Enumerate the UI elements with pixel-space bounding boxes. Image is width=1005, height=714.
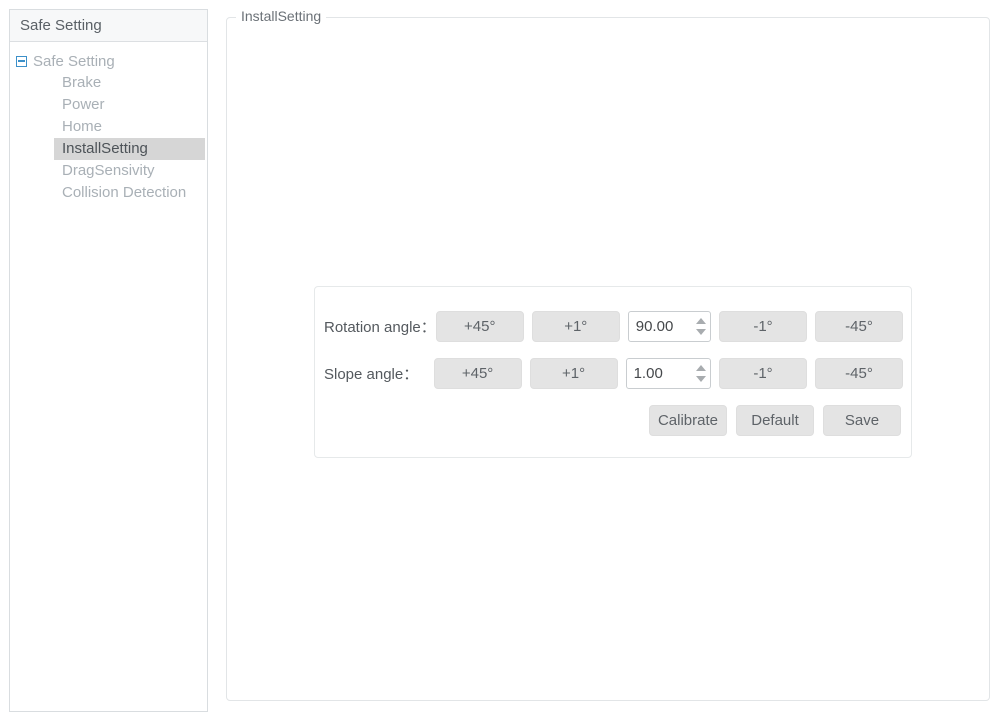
sidebar-item-installsetting[interactable]: InstallSetting <box>54 138 205 160</box>
slope-angle-spinner[interactable]: 1.00 <box>625 357 711 389</box>
calibrate-button[interactable]: Calibrate <box>648 404 727 436</box>
sidebar-item-brake[interactable]: Brake <box>54 72 205 94</box>
default-button[interactable]: Default <box>736 404 814 436</box>
sidebar-item-collision-detection[interactable]: Collision Detection <box>54 182 205 204</box>
slope-angle-label: Slope angle： <box>324 365 419 383</box>
rotation-spinner-arrows[interactable] <box>691 312 710 341</box>
chevron-down-icon[interactable] <box>695 328 706 335</box>
rotation-plus-45-button[interactable]: +45° <box>435 310 524 342</box>
tree-root-label: Safe Setting <box>33 52 115 70</box>
sidebar-item-home[interactable]: Home <box>54 116 205 138</box>
slope-angle-value[interactable]: 1.00 <box>627 359 691 388</box>
angle-form-card: Rotation angle： +45° +1° 90.00 -1° -45° … <box>314 286 912 458</box>
slope-minus-45-button[interactable]: -45° <box>815 357 903 389</box>
sidebar-header-title: Safe Setting <box>10 10 207 42</box>
rotation-angle-row: Rotation angle： +45° +1° 90.00 -1° -45° <box>315 310 911 342</box>
slope-angle-row: Slope angle： +45° +1° 1.00 -1° -45° <box>315 357 911 389</box>
settings-tree: Safe Setting Brake Power Home InstallSet… <box>10 42 207 204</box>
slope-minus-1-button[interactable]: -1° <box>719 357 807 389</box>
save-button[interactable]: Save <box>823 404 901 436</box>
slope-plus-1-button[interactable]: +1° <box>529 357 618 389</box>
rotation-angle-spinner[interactable]: 90.00 <box>627 310 711 342</box>
rotation-angle-value[interactable]: 90.00 <box>629 312 691 341</box>
rotation-minus-45-button[interactable]: -45° <box>815 310 903 342</box>
rotation-angle-label: Rotation angle： <box>324 318 436 336</box>
rotation-minus-1-button[interactable]: -1° <box>719 310 807 342</box>
sidebar-item-dragsensivity[interactable]: DragSensivity <box>54 160 205 182</box>
sidebar-panel: Safe Setting Safe Setting Brake Power Ho… <box>9 9 208 712</box>
chevron-up-icon[interactable] <box>695 317 706 324</box>
tree-root-safe-setting[interactable]: Safe Setting <box>10 50 207 72</box>
chevron-down-icon[interactable] <box>695 375 706 382</box>
form-actions-row: Calibrate Default Save <box>315 404 911 436</box>
rotation-plus-1-button[interactable]: +1° <box>531 310 620 342</box>
groupbox-legend: InstallSetting <box>236 8 327 24</box>
minus-box-icon[interactable] <box>16 55 27 67</box>
sidebar-item-power[interactable]: Power <box>54 94 205 116</box>
slope-plus-45-button[interactable]: +45° <box>433 357 522 389</box>
chevron-up-icon[interactable] <box>695 364 706 371</box>
slope-spinner-arrows[interactable] <box>691 359 710 388</box>
install-setting-groupbox: InstallSetting Rotation angle： +45° +1° … <box>226 8 990 701</box>
